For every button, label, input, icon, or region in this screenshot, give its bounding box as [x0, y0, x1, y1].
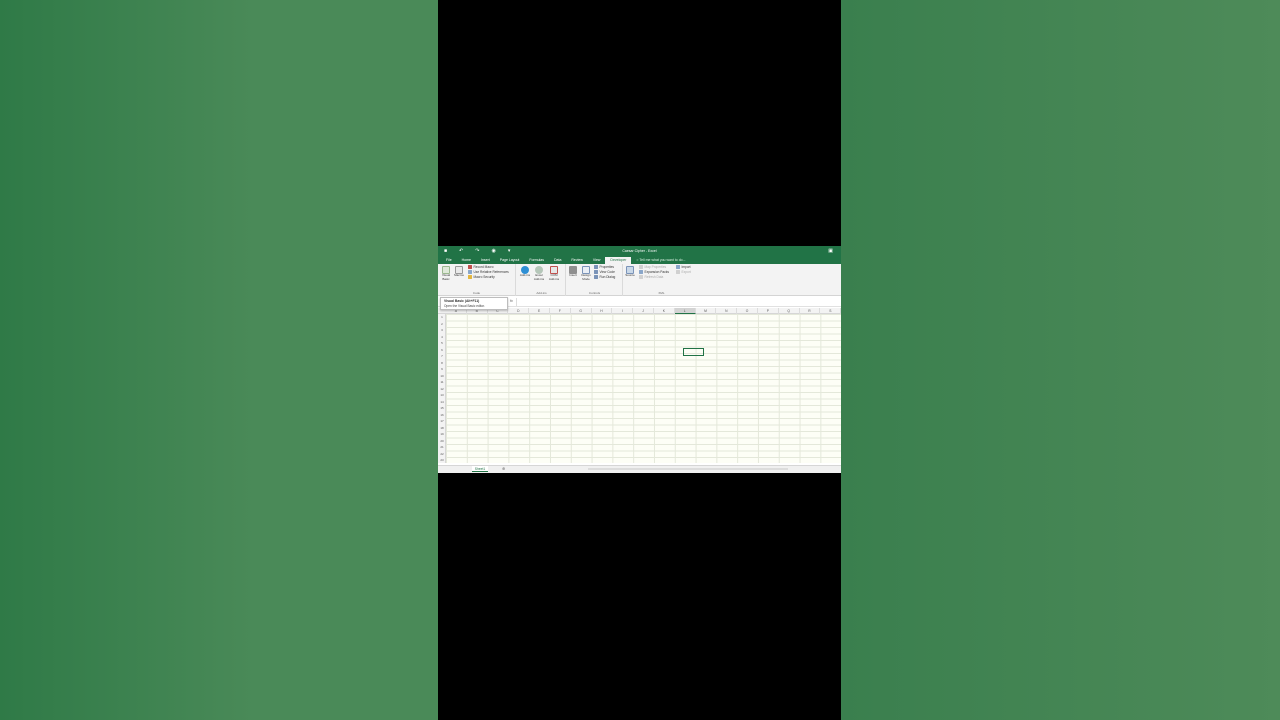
title-bar: ■ ↶ ↷ ◉ ▾ Caesar Cipher - Excel ▣ [438, 246, 841, 256]
xml-source-label: Source [625, 273, 635, 277]
tab-home[interactable]: Home [457, 257, 476, 264]
tab-page-layout[interactable]: Page Layout [495, 257, 525, 264]
addins-label: Add-ins [519, 273, 531, 277]
window-title: Caesar Cipher - Excel [622, 249, 657, 253]
fx-icon[interactable]: fx [510, 299, 513, 303]
add-sheet-icon[interactable]: ⊕ [502, 466, 505, 472]
map-properties-label: Map Properties [644, 265, 667, 269]
video-frame: ■ ↶ ↷ ◉ ▾ Caesar Cipher - Excel ▣ File H… [438, 0, 841, 720]
tab-file[interactable]: File [441, 257, 457, 264]
sheet-tab-sheet1[interactable]: Sheet1 [472, 466, 488, 472]
design-mode-label: Design Mode [581, 273, 591, 281]
macro-security-label: Macro Security [473, 275, 495, 279]
excel-addins-button[interactable]: Excel Add-ins [533, 266, 545, 281]
map-properties-icon [639, 265, 643, 269]
tab-data[interactable]: Data [549, 257, 566, 264]
view-code-icon [594, 270, 598, 274]
expansion-packs-label: Expansion Packs [644, 270, 669, 274]
group-xml: Source Map Properties Expansion Packs Re… [624, 264, 699, 296]
tell-me-search[interactable]: ○ Tell me what you want to do... [631, 257, 690, 264]
tell-me-text: Tell me what you want to do... [639, 258, 686, 262]
refresh-data-button[interactable]: Refresh Data [639, 275, 663, 279]
group-code: Visual Basic Macros Record Macro Use Rel… [438, 264, 516, 296]
record-icon [468, 265, 472, 269]
macros-label: Macros [454, 273, 464, 277]
ribbon: Visual Basic Macros Record Macro Use Rel… [438, 264, 841, 296]
relative-references-icon [468, 270, 472, 274]
group-code-label: Code [472, 291, 481, 295]
relative-references-label: Use Relative References [473, 270, 509, 274]
visual-basic-label: Visual Basic [441, 273, 451, 281]
group-controls-label: Controls [588, 291, 601, 295]
cell-grid[interactable] [446, 314, 841, 463]
tab-insert[interactable]: Insert [476, 257, 495, 264]
insert-control-label: Insert [569, 273, 577, 277]
group-addins-label: Add-ins [536, 291, 547, 295]
view-code-label: View Code [599, 270, 615, 274]
excel-addins-label: Excel Add-ins [533, 273, 545, 281]
refresh-data-label: Refresh Data [644, 275, 664, 279]
formula-divider [516, 298, 517, 306]
group-addins: Add-ins Excel Add-ins COM Add-ins Add-in… [518, 264, 566, 296]
tab-view[interactable]: View [588, 257, 606, 264]
row-headers: 1 2 3 4 5 6 7 8 9 10 11 12 13 14 15 16 17 18 19 20 21 22 23 [438, 314, 446, 463]
insert-control-button[interactable]: Insert [567, 266, 579, 278]
com-addins-label: COM Add-ins [548, 273, 560, 281]
xml-source-button[interactable]: Source [624, 266, 636, 278]
export-icon [676, 270, 680, 274]
excel-window: ■ ↶ ↷ ◉ ▾ Caesar Cipher - Excel ▣ File H… [438, 246, 841, 473]
export-button[interactable]: Export [676, 270, 691, 274]
visual-basic-tooltip: Visual Basic (Alt+F11) Open the Visual B… [440, 297, 508, 310]
group-xml-label: XML [658, 291, 665, 295]
horizontal-scrollbar[interactable] [588, 468, 788, 470]
import-label: Import [681, 265, 691, 269]
run-dialog-button[interactable]: Run Dialog [594, 275, 615, 279]
record-macro-button[interactable]: Record Macro [468, 265, 494, 269]
tab-review[interactable]: Review [566, 257, 587, 264]
tooltip-description: Open the Visual Basic editor. [444, 304, 485, 308]
tab-developer[interactable]: Developer [605, 257, 632, 264]
com-addins-button[interactable]: COM Add-ins [548, 266, 560, 281]
expansion-packs-button[interactable]: Expansion Packs [639, 270, 669, 274]
visual-basic-button[interactable]: Visual Basic [440, 266, 452, 281]
design-mode-button[interactable]: Design Mode [580, 266, 592, 281]
expansion-packs-icon [639, 270, 643, 274]
group-controls: Insert Design Mode Properties View Code … [567, 264, 623, 296]
background-right [841, 0, 1280, 720]
properties-label: Properties [599, 265, 615, 269]
map-properties-button[interactable]: Map Properties [639, 265, 666, 269]
ribbon-tabs: File Home Insert Page Layout Formulas Da… [438, 256, 841, 264]
macros-button[interactable]: Macros [453, 266, 465, 278]
properties-icon [594, 265, 598, 269]
view-code-button[interactable]: View Code [594, 270, 615, 274]
import-button[interactable]: Import [676, 265, 691, 269]
worksheet-grid: ABCDEFGHIJKLMNOPQRS 1 2 3 4 5 6 7 8 9 10 11 12 13 14 1… [438, 308, 841, 463]
ribbon-display-icon[interactable]: ▣ [828, 248, 833, 254]
addins-button[interactable]: Add-ins [519, 266, 531, 278]
warning-icon [468, 275, 472, 279]
import-icon [676, 265, 680, 269]
row-header-23[interactable]: 23 [438, 457, 446, 464]
relative-references-button[interactable]: Use Relative References [468, 270, 509, 274]
active-cell[interactable] [683, 348, 704, 356]
sheet-tab-bar: Sheet1 ⊕ [438, 465, 841, 473]
properties-button[interactable]: Properties [594, 265, 614, 269]
run-dialog-label: Run Dialog [599, 275, 616, 279]
macro-security-button[interactable]: Macro Security [468, 275, 495, 279]
run-dialog-icon [594, 275, 598, 279]
tab-formulas[interactable]: Formulas [524, 257, 549, 264]
refresh-icon [639, 275, 643, 279]
record-macro-label: Record Macro [473, 265, 494, 269]
export-label: Export [681, 270, 691, 274]
